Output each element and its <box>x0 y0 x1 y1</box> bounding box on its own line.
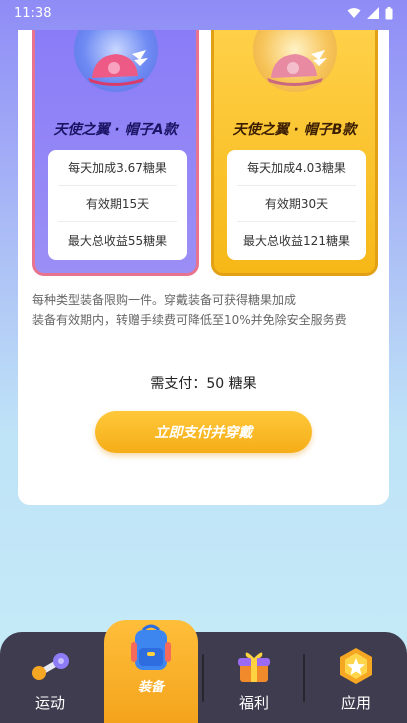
product-card-a[interactable]: 天使之翼 · 帽子A款 每天加成3.67糖果 有效期15天 最大总收益55糖果 <box>32 30 199 276</box>
tab-equipment[interactable]: 装备 <box>104 620 198 723</box>
status-bar: 11:38 <box>0 0 407 26</box>
product-bonus: 每天加成4.03糖果 <box>237 150 356 186</box>
star-badge-icon <box>340 648 372 684</box>
tab-divider <box>202 654 204 702</box>
product-bonus: 每天加成3.67糖果 <box>58 150 177 186</box>
payment-amount: 需支付：50 糖果 <box>150 376 257 392</box>
tab-divider <box>303 654 305 702</box>
product-card-b[interactable]: 天使之翼 · 帽子B款 每天加成4.03糖果 有效期30天 最大总收益121糖果 <box>211 30 378 276</box>
tab-label: 应用 <box>340 694 371 712</box>
battery-icon <box>385 6 393 19</box>
pay-and-wear-button[interactable]: 立即支付并穿戴 <box>95 411 312 453</box>
product-info-box: 每天加成3.67糖果 有效期15天 最大总收益55糖果 <box>48 150 187 260</box>
product-title: 天使之翼 · 帽子A款 <box>53 122 178 138</box>
product-max-income: 最大总收益55糖果 <box>67 233 168 248</box>
tab-label: 装备 <box>137 680 164 695</box>
status-time: 11:38 <box>14 5 52 21</box>
status-icons <box>347 6 393 20</box>
tab-welfare[interactable]: 福利 <box>204 632 304 723</box>
equipment-card: 天使之翼 · 帽子A款 每天加成3.67糖果 有效期15天 最大总收益55糖果 … <box>18 30 389 505</box>
product-validity: 有效期30天 <box>237 186 356 222</box>
note-line: 装备有效期内，转赠手续费可降低至10%并免除安全服务费 <box>32 313 347 327</box>
tab-label: 福利 <box>238 694 269 712</box>
product-info-box: 每天加成4.03糖果 有效期30天 最大总收益121糖果 <box>227 150 366 260</box>
tab-label: 运动 <box>34 694 65 712</box>
tab-apps[interactable]: 应用 <box>306 632 406 723</box>
product-max-income: 最大总收益121糖果 <box>243 233 350 248</box>
gift-icon <box>238 652 270 682</box>
wifi-icon <box>347 8 361 18</box>
backpack-icon <box>131 624 171 670</box>
dumbbell-icon <box>32 653 69 680</box>
note-line: 每种类型装备限购一件。穿戴装备可获得糖果加成 <box>32 293 297 307</box>
tab-sport[interactable]: 运动 <box>0 632 100 723</box>
pink-cap-icon <box>266 50 327 86</box>
signal-icon <box>367 7 379 19</box>
pink-cap-icon <box>87 50 148 86</box>
product-validity: 有效期15天 <box>58 186 177 222</box>
product-title: 天使之翼 · 帽子B款 <box>232 122 357 138</box>
equipment-notes: 每种类型装备限购一件。穿戴装备可获得糖果加成 装备有效期内，转赠手续费可降低至1… <box>32 290 382 330</box>
